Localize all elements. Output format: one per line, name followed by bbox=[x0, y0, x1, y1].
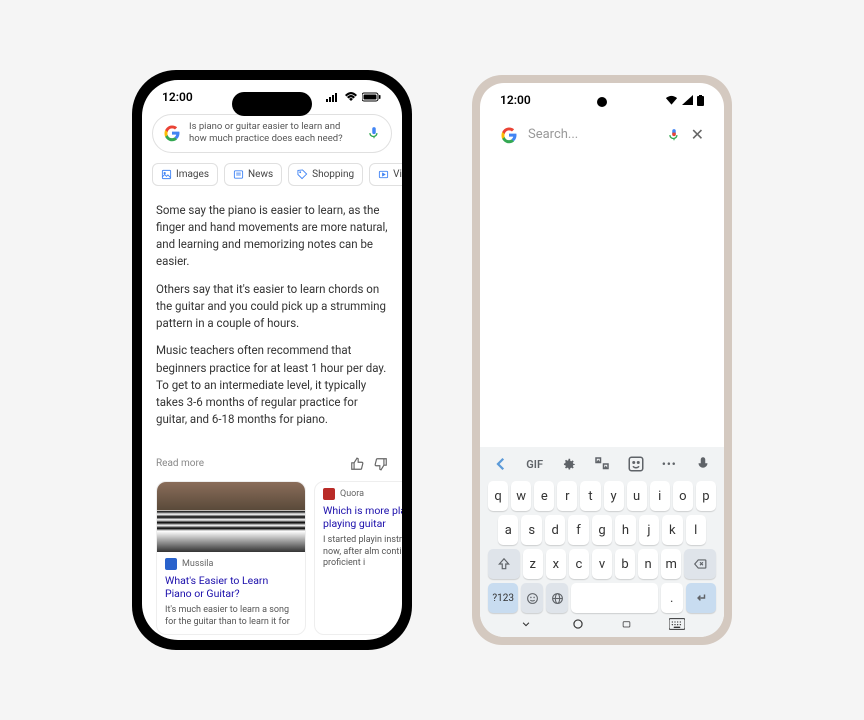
nav-recents-icon[interactable] bbox=[622, 617, 631, 631]
chip-videos[interactable]: Vide bbox=[369, 163, 402, 186]
key-e[interactable]: e bbox=[534, 481, 554, 511]
card-snippet: It's much easier to learn a song for the… bbox=[157, 605, 305, 634]
android-frame: 12:00 Search... ✕ GIF ••• q bbox=[472, 75, 732, 645]
dynamic-island bbox=[232, 92, 312, 116]
key-n[interactable]: n bbox=[638, 549, 658, 579]
answer-paragraph: Others say that it's easier to learn cho… bbox=[156, 281, 388, 333]
key-f[interactable]: f bbox=[568, 515, 588, 545]
key-w[interactable]: w bbox=[511, 481, 531, 511]
nav-down-icon[interactable] bbox=[519, 619, 533, 629]
backspace-key[interactable] bbox=[684, 549, 716, 579]
read-more-link[interactable]: Read more bbox=[156, 458, 204, 469]
result-card[interactable]: Mussila What's Easier to Learn Piano or … bbox=[156, 481, 306, 636]
signal-icon bbox=[326, 92, 340, 102]
gear-icon[interactable] bbox=[559, 455, 577, 473]
image-icon bbox=[161, 169, 172, 180]
translate-icon[interactable] bbox=[593, 455, 611, 473]
wifi-icon bbox=[665, 95, 678, 105]
card-source-name: Quora bbox=[340, 489, 364, 499]
search-bar[interactable]: Is piano or guitar easier to learn and h… bbox=[152, 114, 392, 153]
chip-news[interactable]: News bbox=[224, 163, 282, 186]
nav-home-icon[interactable] bbox=[571, 617, 585, 631]
more-icon[interactable]: ••• bbox=[660, 455, 678, 473]
search-placeholder: Search... bbox=[528, 127, 657, 142]
gif-button[interactable]: GIF bbox=[526, 455, 544, 473]
answer-content: Some say the piano is easier to learn, a… bbox=[142, 190, 402, 451]
key-p[interactable]: p bbox=[696, 481, 716, 511]
answer-paragraph: Music teachers often recommend that begi… bbox=[156, 342, 388, 428]
android-time: 12:00 bbox=[500, 93, 531, 107]
thumbs-up-icon[interactable] bbox=[350, 457, 364, 471]
key-o[interactable]: o bbox=[673, 481, 693, 511]
key-j[interactable]: j bbox=[639, 515, 659, 545]
period-key[interactable]: . bbox=[661, 583, 683, 613]
close-icon[interactable]: ✕ bbox=[691, 125, 704, 144]
emoji-key[interactable] bbox=[521, 583, 543, 613]
key-b[interactable]: b bbox=[615, 549, 635, 579]
wifi-icon bbox=[344, 92, 358, 102]
key-i[interactable]: i bbox=[650, 481, 670, 511]
chevron-left-icon[interactable] bbox=[492, 455, 510, 473]
key-a[interactable]: a bbox=[498, 515, 518, 545]
key-l[interactable]: l bbox=[686, 515, 706, 545]
search-query-text: Is piano or guitar easier to learn and h… bbox=[189, 121, 359, 146]
play-icon bbox=[378, 169, 389, 180]
search-bar[interactable]: Search... ✕ bbox=[490, 117, 714, 152]
keyboard-switch-icon[interactable] bbox=[669, 618, 685, 630]
google-logo-icon bbox=[163, 124, 181, 142]
source-favicon bbox=[165, 558, 177, 570]
enter-key[interactable] bbox=[686, 583, 716, 613]
battery-icon bbox=[697, 95, 704, 106]
source-favicon bbox=[323, 488, 335, 500]
key-x[interactable]: x bbox=[546, 549, 566, 579]
battery-icon bbox=[362, 92, 382, 102]
key-d[interactable]: d bbox=[545, 515, 565, 545]
key-k[interactable]: k bbox=[662, 515, 682, 545]
filter-chips: Images News Shopping Vide bbox=[142, 159, 402, 190]
tag-icon bbox=[297, 169, 308, 180]
card-snippet: I started playin instruments th now, aft… bbox=[315, 535, 402, 576]
key-h[interactable]: h bbox=[615, 515, 635, 545]
key-y[interactable]: y bbox=[604, 481, 624, 511]
iphone-frame: 12:00 Is piano or guitar easier to learn… bbox=[132, 70, 412, 650]
result-cards: Mussila What's Easier to Learn Piano or … bbox=[142, 481, 402, 636]
numbers-key[interactable]: ?123 bbox=[488, 583, 518, 613]
card-source-name: Mussila bbox=[182, 559, 213, 569]
mic-icon[interactable] bbox=[367, 126, 381, 140]
key-u[interactable]: u bbox=[627, 481, 647, 511]
key-z[interactable]: z bbox=[523, 549, 543, 579]
key-q[interactable]: q bbox=[488, 481, 508, 511]
camera-cutout bbox=[597, 97, 607, 107]
key-s[interactable]: s bbox=[521, 515, 541, 545]
signal-icon bbox=[682, 95, 693, 105]
shift-key[interactable] bbox=[488, 549, 520, 579]
card-thumbnail bbox=[157, 482, 305, 552]
result-card[interactable]: Quora Which is more playing piano playin… bbox=[314, 481, 402, 636]
mic-icon[interactable] bbox=[667, 128, 681, 142]
key-v[interactable]: v bbox=[592, 549, 612, 579]
google-logo-icon bbox=[500, 126, 518, 144]
card-title: What's Easier to Learn Piano or Guitar? bbox=[157, 572, 305, 605]
news-icon bbox=[233, 169, 244, 180]
key-g[interactable]: g bbox=[592, 515, 612, 545]
key-t[interactable]: t bbox=[580, 481, 600, 511]
spacebar-key[interactable] bbox=[571, 583, 658, 613]
thumbs-down-icon[interactable] bbox=[374, 457, 388, 471]
mic-icon[interactable] bbox=[694, 455, 712, 473]
keyboard: GIF ••• qwertyuiop asdfghjkl zxcvbnm ?12… bbox=[480, 447, 724, 637]
card-title: Which is more playing piano playing guit… bbox=[315, 502, 402, 535]
globe-key[interactable] bbox=[546, 583, 568, 613]
chip-shopping[interactable]: Shopping bbox=[288, 163, 363, 186]
key-c[interactable]: c bbox=[569, 549, 589, 579]
ios-time: 12:00 bbox=[162, 90, 193, 104]
answer-paragraph: Some say the piano is easier to learn, a… bbox=[156, 202, 388, 271]
sticker-icon[interactable] bbox=[627, 455, 645, 473]
key-m[interactable]: m bbox=[661, 549, 681, 579]
key-r[interactable]: r bbox=[557, 481, 577, 511]
chip-images[interactable]: Images bbox=[152, 163, 218, 186]
